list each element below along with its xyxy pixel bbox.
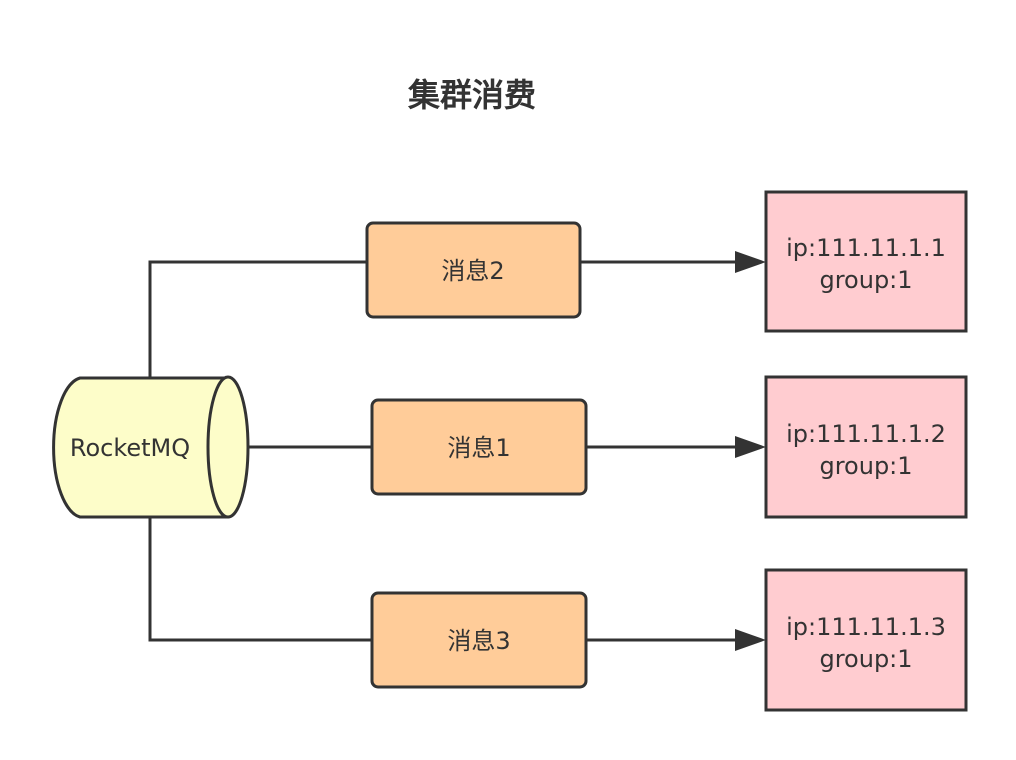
consumer-1-group: group:1: [819, 266, 912, 294]
message-box-1-label: 消息1: [447, 434, 510, 462]
diagram-title: 集群消费: [407, 76, 536, 114]
cluster-consumption-diagram: 集群消费 RocketMQ 消息2 消息1 消息3 ip:111.11.1.1 …: [52, 76, 968, 712]
consumer-box-3: ip:111.11.1.3 group:1: [764, 568, 968, 712]
message-box-1: 消息1: [370, 398, 588, 496]
message-box-2: 消息2: [365, 221, 582, 319]
consumer-3-group: group:1: [819, 645, 912, 673]
message-box-2-label: 消息2: [441, 257, 504, 285]
consumer-arrows: [580, 251, 766, 651]
consumer-box-1: ip:111.11.1.1 group:1: [764, 190, 968, 333]
connector-broker-to-message-3: [148, 516, 372, 642]
consumer-1-ip: ip:111.11.1.1: [786, 234, 946, 262]
arrowhead-1: [735, 251, 766, 273]
broker-label: RocketMQ: [70, 434, 190, 462]
rocketmq-broker: RocketMQ: [52, 375, 250, 519]
arrowhead-2: [735, 436, 766, 458]
consumer-2-ip: ip:111.11.1.2: [786, 420, 946, 448]
message-box-3: 消息3: [370, 591, 588, 689]
message-box-3-label: 消息3: [447, 627, 510, 655]
consumer-3-ip: ip:111.11.1.3: [786, 613, 946, 641]
broker-cylinder-end: [206, 375, 250, 519]
consumer-box-2: ip:111.11.1.2 group:1: [764, 375, 968, 519]
connector-broker-to-message-2: [148, 260, 367, 378]
arrowhead-3: [735, 629, 766, 651]
consumer-2-group: group:1: [819, 452, 912, 480]
